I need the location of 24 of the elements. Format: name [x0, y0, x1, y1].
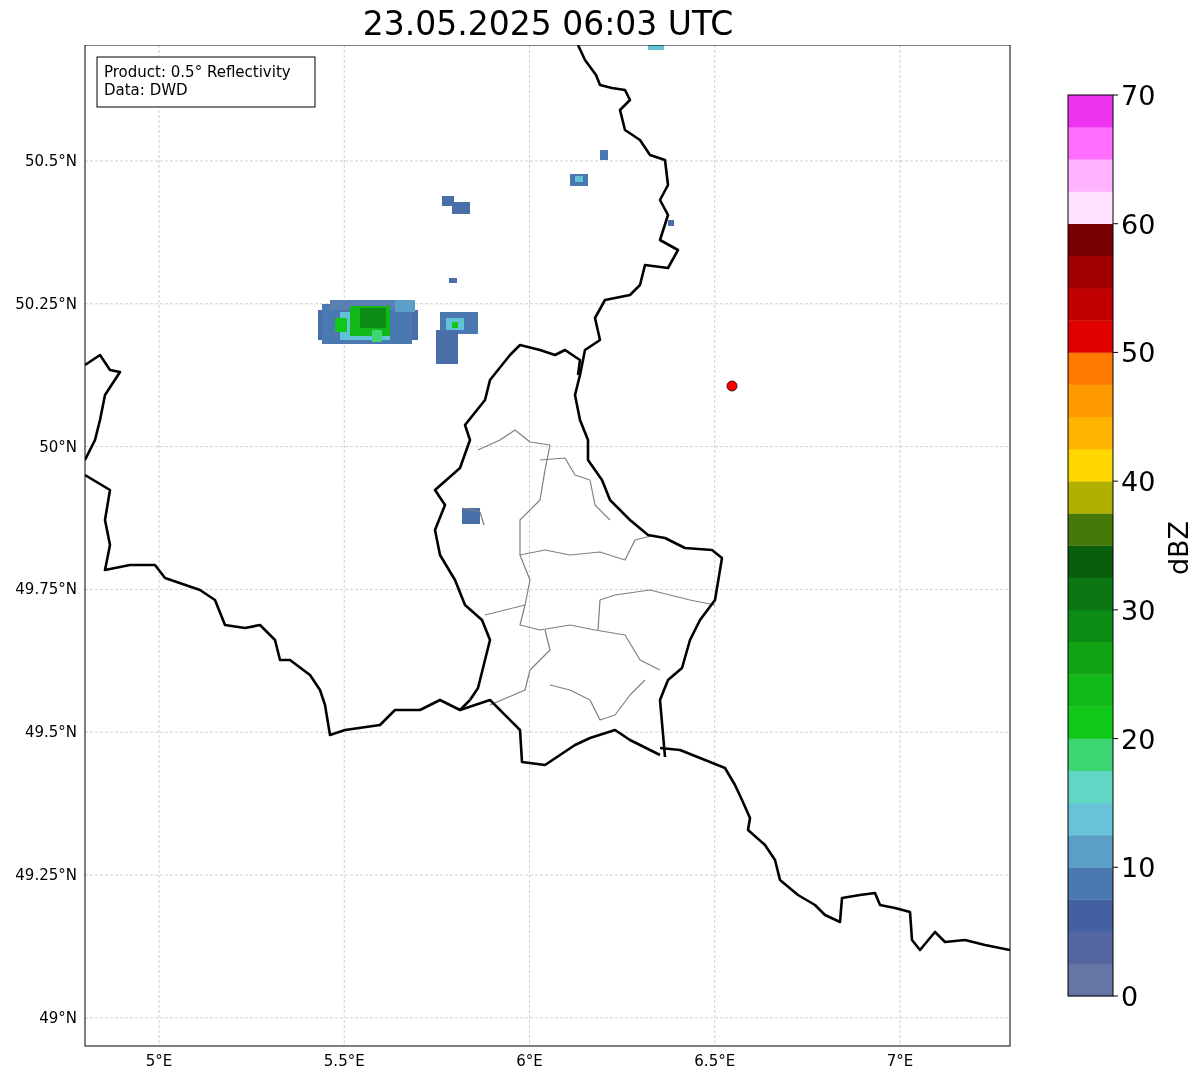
info-text: Data: DWD [104, 81, 188, 99]
colorbar-label: dBZ [1163, 520, 1194, 576]
colorbar-tick-label: 40 [1121, 466, 1156, 498]
info-text: Product: 0.5° Reflectivity [104, 63, 291, 81]
colorbar-tick-label: 50 [1121, 337, 1156, 369]
longitude-label: 6.5°E [694, 1052, 736, 1070]
colorbar-tick-label: 0 [1121, 981, 1139, 1012]
latitude-label: 49.25°N [15, 866, 77, 884]
latitude-label: 49°N [39, 1008, 77, 1027]
latitude-label: 50°N [39, 437, 77, 456]
latitude-label: 49.75°N [15, 580, 77, 599]
longitude-label: 5°E [145, 1052, 173, 1070]
longitude-label: 7°E [886, 1052, 914, 1070]
latitude-label: 50.5°N [24, 152, 77, 170]
chart-title: 23.05.2025 06:03 UTC [362, 3, 734, 45]
latitude-label: 50.25°N [15, 294, 77, 313]
colorbar-tick-label: 10 [1121, 852, 1156, 884]
colorbar-tick-label: 20 [1121, 723, 1156, 755]
colorbar-tick-label: 70 [1121, 80, 1156, 111]
colorbar-tick-label: 30 [1121, 594, 1156, 626]
longitude-label: 5.5°E [323, 1052, 365, 1070]
latitude-label: 49.5°N [24, 723, 77, 742]
longitude-label: 6°E [516, 1052, 543, 1070]
colorbar-tick-label: 60 [1121, 208, 1156, 240]
